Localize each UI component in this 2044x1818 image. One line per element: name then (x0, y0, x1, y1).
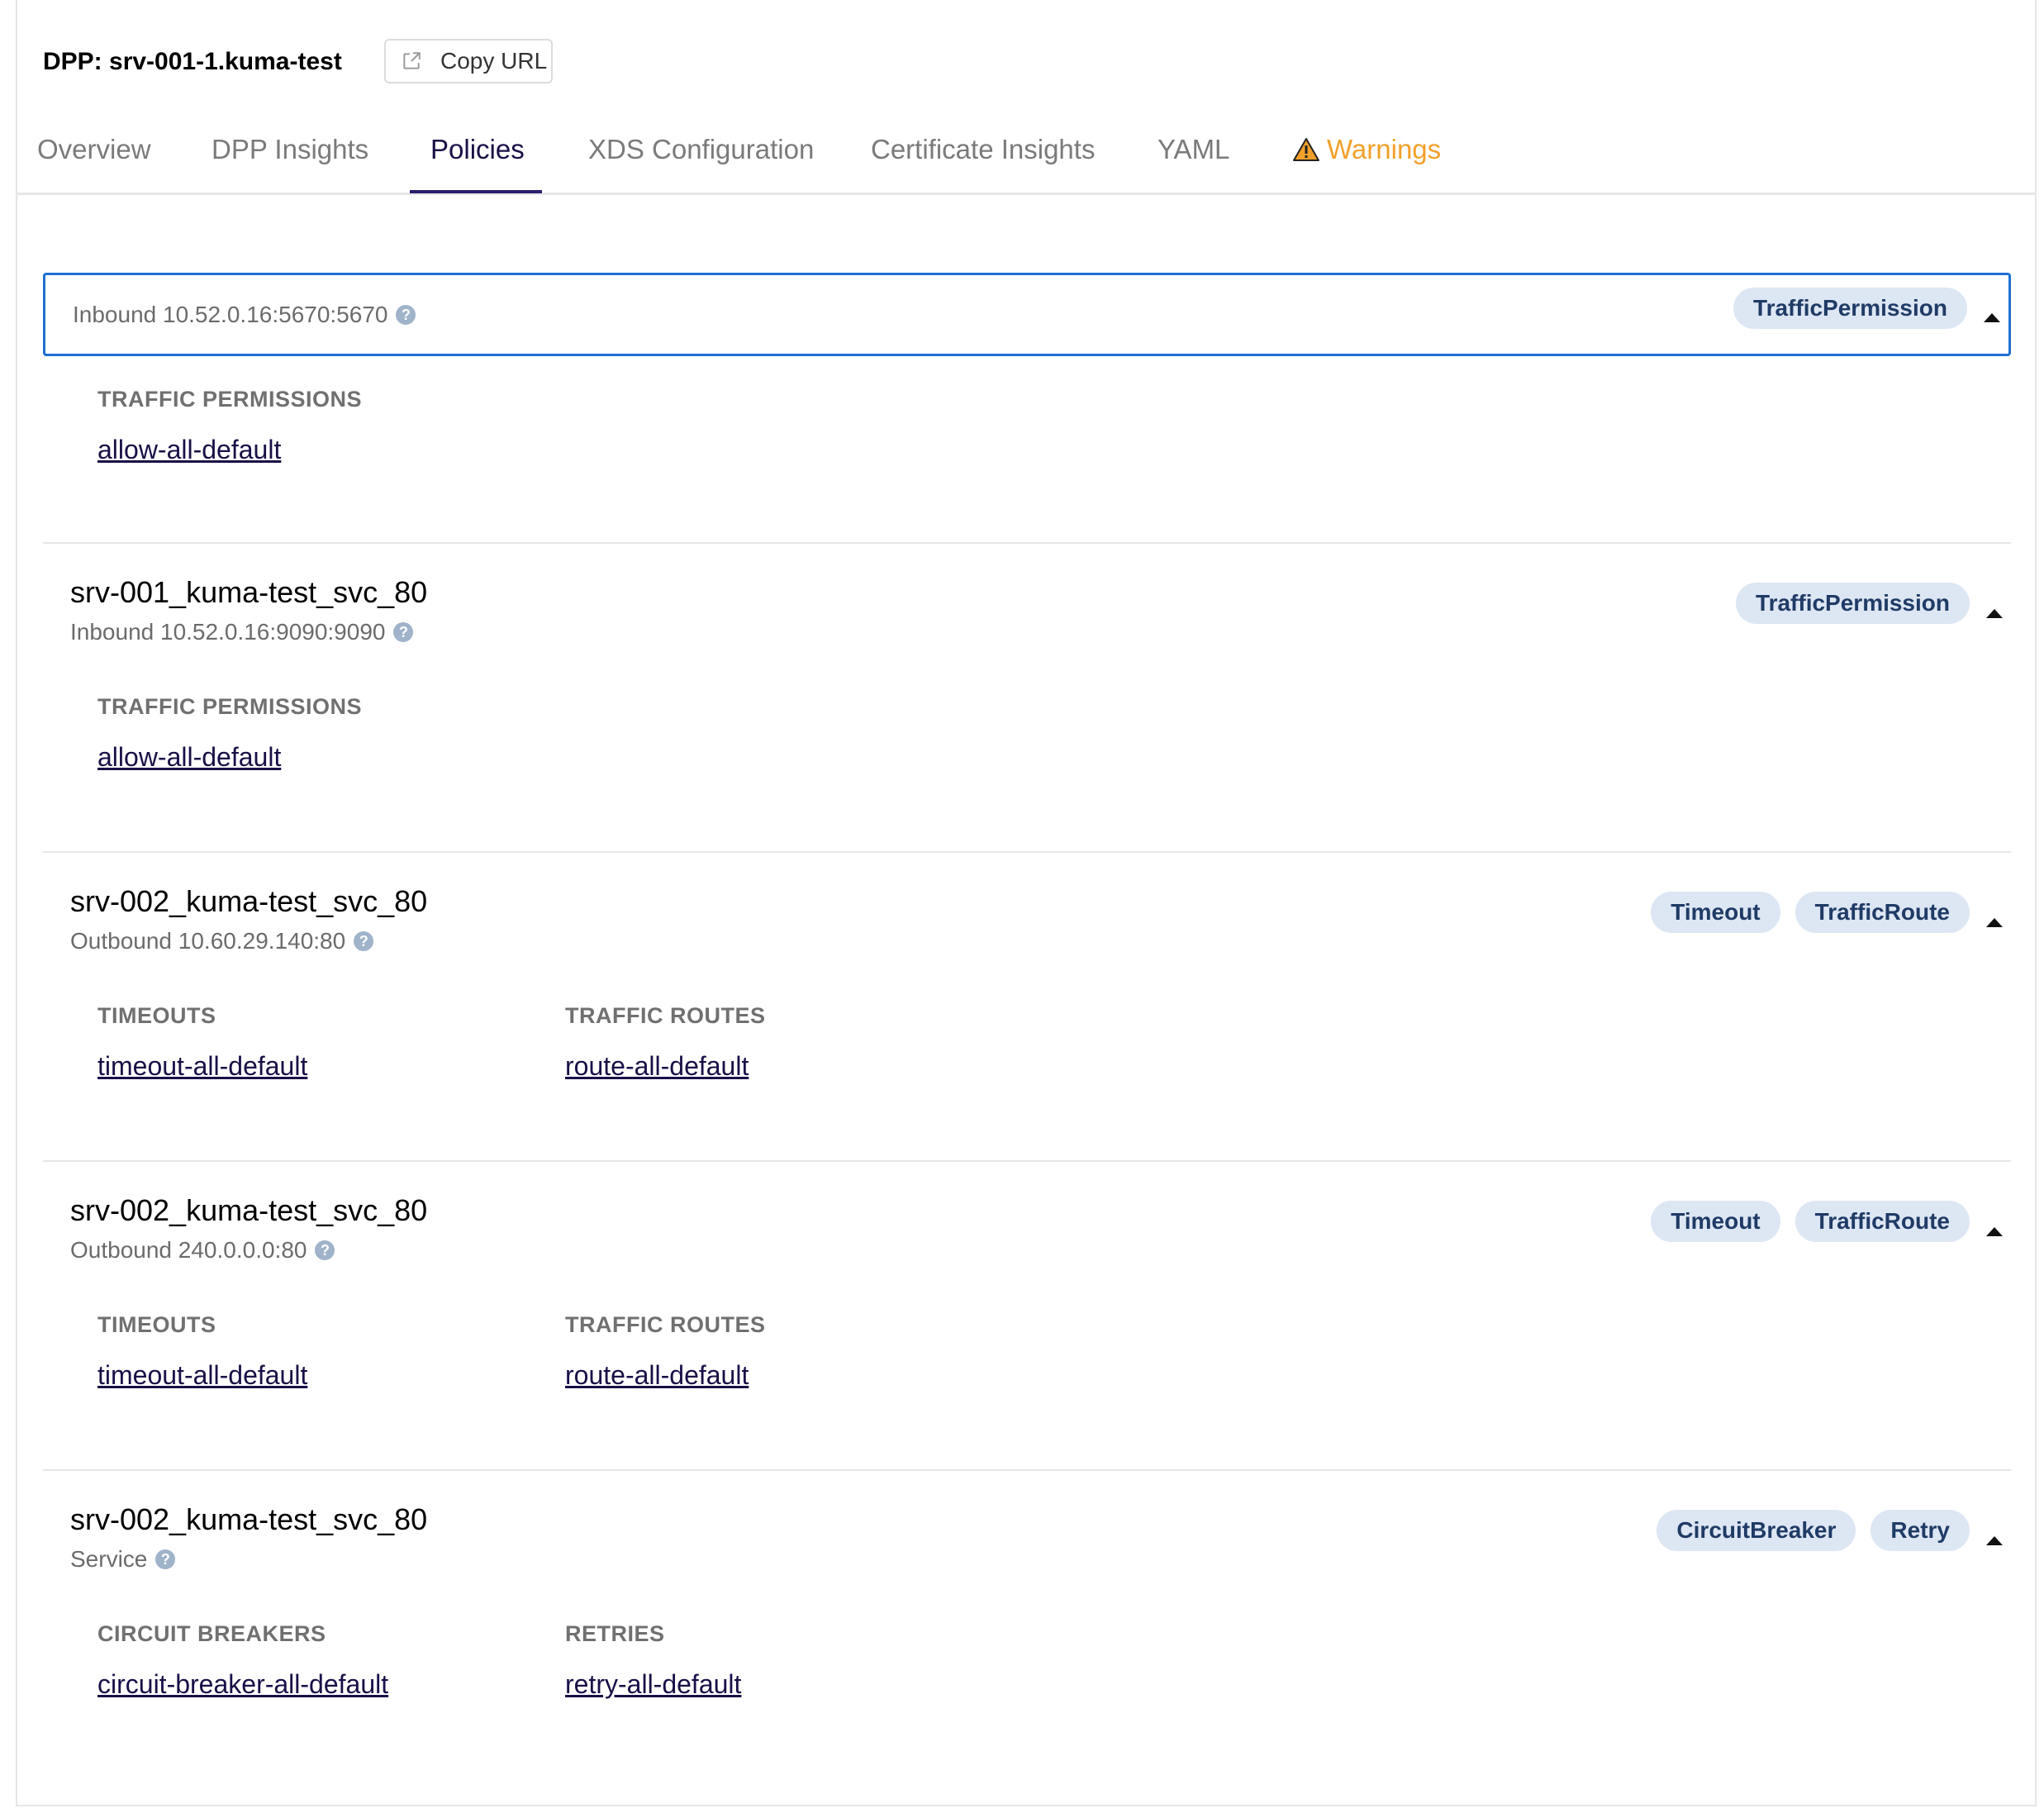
policy-section-header[interactable]: Inbound 10.52.0.16:5670:5670 ? TrafficPe… (43, 273, 2011, 356)
section-subtitle: Service ? (70, 1546, 176, 1573)
section-subtitle: Inbound 10.52.0.16:9090:9090 ? (70, 619, 414, 645)
policy-group-heading: TIMEOUTS (97, 1312, 216, 1337)
policy-link[interactable]: route-all-default (565, 1051, 749, 1082)
policy-link[interactable]: allow-all-default (97, 435, 281, 465)
policy-link[interactable]: timeout-all-default (97, 1360, 307, 1391)
tab-xds-configuration[interactable]: XDS Configuration (588, 134, 814, 165)
tab-certificate-insights[interactable]: Certificate Insights (871, 134, 1095, 165)
tab-overview[interactable]: Overview (37, 134, 151, 165)
active-tab-indicator (410, 190, 542, 193)
section-divider (43, 1469, 2011, 1471)
policy-badges: Timeout TrafficRoute (1651, 892, 1970, 933)
policy-group-heading: RETRIES (565, 1621, 665, 1646)
copy-url-button[interactable]: Copy URL (384, 39, 553, 83)
policy-badge: Timeout (1651, 892, 1780, 933)
policy-badge: CircuitBreaker (1657, 1510, 1856, 1551)
section-subtitle: Inbound 10.52.0.16:5670:5670 ? (73, 302, 416, 328)
policy-badges: Timeout TrafficRoute (1651, 1201, 1970, 1242)
section-divider (43, 1160, 2011, 1162)
service-name: srv-002_kuma-test_svc_80 (70, 1502, 428, 1536)
tab-yaml[interactable]: YAML (1157, 134, 1229, 165)
section-subtitle-text: Inbound 10.52.0.16:5670:5670 (73, 302, 388, 327)
policy-link[interactable]: circuit-breaker-all-default (97, 1669, 388, 1700)
policy-badge: TrafficRoute (1794, 1201, 1970, 1242)
policy-badge: Retry (1870, 1510, 1970, 1551)
section-subtitle-text: Inbound 10.52.0.16:9090:9090 (70, 619, 386, 645)
tab-warnings-label: Warnings (1327, 134, 1442, 164)
policy-link[interactable]: timeout-all-default (97, 1051, 307, 1082)
section-divider (43, 542, 2011, 544)
help-icon[interactable]: ? (354, 931, 374, 951)
tab-warnings[interactable]: Warnings (1292, 134, 1441, 165)
help-icon[interactable]: ? (315, 1240, 335, 1260)
help-icon[interactable]: ? (155, 1549, 176, 1569)
policy-section-header[interactable]: srv-002_kuma-test_svc_80 Outbound 10.60.… (43, 879, 2011, 970)
copy-url-label: Copy URL (440, 48, 548, 74)
policy-group-heading: TRAFFIC ROUTES (565, 1312, 766, 1337)
collapse-caret-icon[interactable] (1984, 313, 2000, 322)
section-subtitle-text: Service (70, 1546, 148, 1572)
policy-badges: CircuitBreaker Retry (1657, 1510, 1970, 1551)
policy-badges: TrafficPermission (1736, 583, 1970, 624)
warning-icon (1293, 138, 1319, 161)
policy-section-header[interactable]: srv-001_kuma-test_svc_80 Inbound 10.52.0… (43, 570, 2011, 661)
page-title: DPP: srv-001-1.kuma-test (43, 48, 342, 75)
collapse-caret-icon[interactable] (1986, 1536, 2003, 1545)
policy-group-heading: TIMEOUTS (97, 1003, 216, 1028)
external-link-icon (403, 52, 421, 69)
tab-dpp-insights[interactable]: DPP Insights (212, 134, 368, 165)
policy-section-header[interactable]: srv-002_kuma-test_svc_80 Service ? Circu… (43, 1497, 2011, 1588)
policy-badge: Timeout (1651, 1201, 1780, 1242)
section-divider (43, 851, 2011, 853)
policy-badge: TrafficRoute (1794, 892, 1970, 933)
policy-group-heading: TRAFFIC PERMISSIONS (97, 694, 363, 719)
collapse-caret-icon[interactable] (1986, 918, 2003, 927)
service-name: srv-002_kuma-test_svc_80 (70, 884, 428, 918)
section-subtitle: Outbound 10.60.29.140:80 ? (70, 928, 374, 954)
collapse-caret-icon[interactable] (1986, 609, 2003, 618)
page-header: DPP: srv-001-1.kuma-test (43, 40, 342, 84)
policy-badge: TrafficPermission (1736, 583, 1970, 624)
section-subtitle: Outbound 240.0.0.0:80 ? (70, 1237, 335, 1264)
policy-section-header[interactable]: srv-002_kuma-test_svc_80 Outbound 240.0.… (43, 1188, 2011, 1279)
policy-link[interactable]: retry-all-default (565, 1669, 741, 1700)
service-name: srv-001_kuma-test_svc_80 (70, 575, 428, 609)
policy-link[interactable]: allow-all-default (97, 742, 281, 773)
help-icon[interactable]: ? (393, 622, 414, 642)
policy-group-heading: TRAFFIC PERMISSIONS (97, 387, 363, 412)
policy-link[interactable]: route-all-default (565, 1360, 749, 1391)
section-subtitle-text: Outbound 240.0.0.0:80 (70, 1237, 307, 1263)
policy-group-heading: CIRCUIT BREAKERS (97, 1621, 326, 1646)
help-icon[interactable]: ? (396, 305, 416, 325)
tab-policies[interactable]: Policies (430, 134, 525, 165)
policy-group-heading: TRAFFIC ROUTES (565, 1003, 766, 1028)
collapse-caret-icon[interactable] (1986, 1227, 2003, 1236)
service-name: srv-002_kuma-test_svc_80 (70, 1193, 428, 1227)
policy-badges: TrafficPermission (1733, 288, 1967, 329)
policy-badge: TrafficPermission (1733, 288, 1967, 329)
tab-bar: Overview DPP Insights Policies XDS Confi… (17, 124, 2035, 195)
section-subtitle-text: Outbound 10.60.29.140:80 (70, 928, 346, 954)
